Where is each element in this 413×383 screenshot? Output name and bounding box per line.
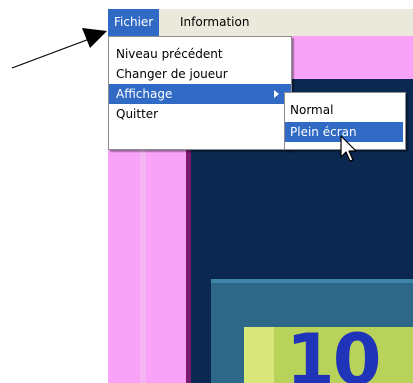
score-value: 10 xyxy=(286,319,381,383)
fichier-dropdown: Niveau précédent Changer de joueur Affic… xyxy=(108,36,292,150)
menu-item-affichage-label: Affichage xyxy=(116,87,173,101)
menu-item-changer-de-joueur[interactable]: Changer de joueur xyxy=(109,64,291,84)
menu-information[interactable]: Information xyxy=(174,9,255,36)
menu-item-normal[interactable]: Normal xyxy=(285,100,403,120)
mouse-cursor-icon xyxy=(340,135,357,162)
menu-item-quitter[interactable]: Quitter xyxy=(109,104,291,124)
score-panel-bevel xyxy=(211,279,413,283)
submenu-arrow-icon xyxy=(274,90,279,98)
menu-item-affichage[interactable]: Affichage xyxy=(109,84,291,104)
score-glow xyxy=(244,327,274,383)
menu-fichier[interactable]: Fichier xyxy=(108,9,160,36)
menu-item-niveau-precedent[interactable]: Niveau précédent xyxy=(109,44,291,64)
menu-bar: Fichier Information xyxy=(108,9,413,36)
